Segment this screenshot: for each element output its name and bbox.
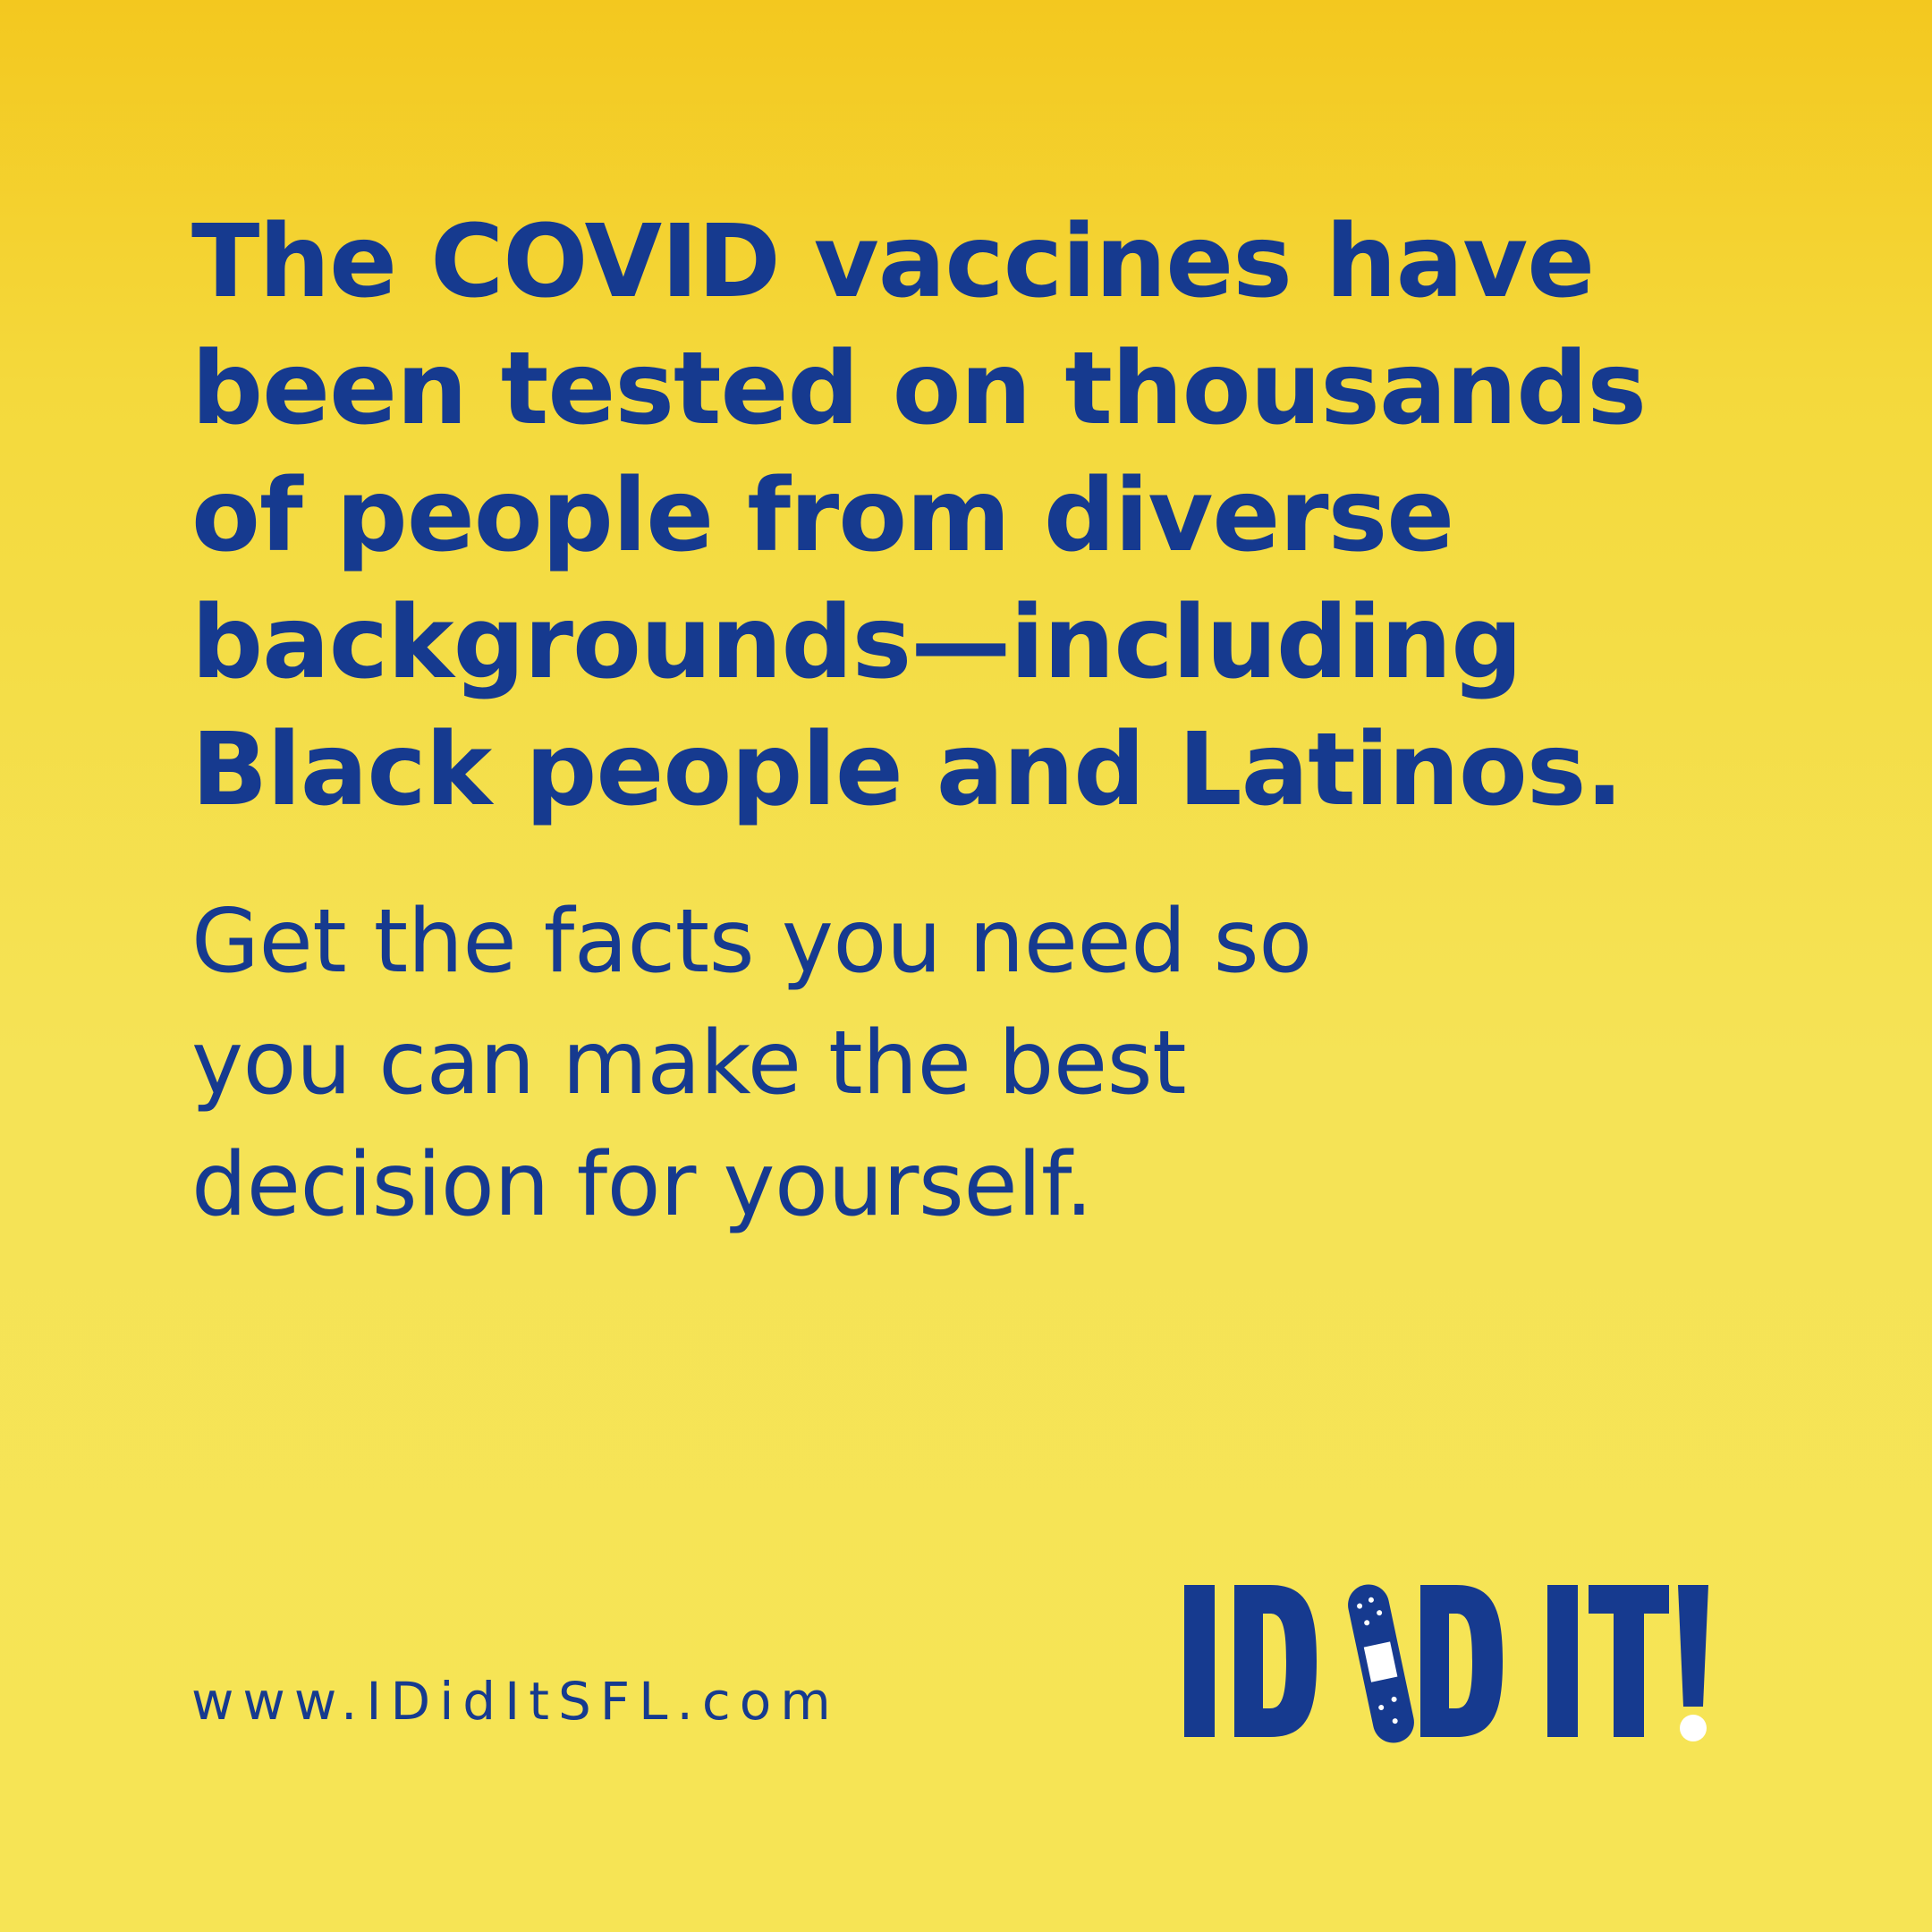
subheading: Get the facts you need so you can make t… [191,881,1766,1246]
headline-line: backgrounds—including [191,585,1522,701]
headline-line: The COVID vaccines have [191,204,1595,320]
subheading-line: Get the facts you need so [191,891,1312,993]
logo-letter-t [1589,1585,1669,1737]
logo-letter-d [1234,1585,1317,1737]
logo-letter-d-2 [1420,1585,1503,1737]
headline: The COVID vaccines have been tested on t… [191,199,1766,834]
website-link[interactable]: www.IDidItSFL.com [191,1671,840,1732]
logo-letter-i-2 [1547,1585,1578,1737]
headline-line: been tested on thousands [191,331,1647,447]
subheading-line: you can make the best [191,1013,1187,1114]
headline-line: of people from diverse [191,458,1454,574]
bandage-icon [1348,1584,1414,1743]
logo-letter-i [1184,1585,1215,1737]
i-did-it-logo [1181,1574,1753,1753]
logo-exclamation [1678,1585,1708,1707]
logo-exclamation-dot [1680,1715,1707,1741]
subheading-line: decision for yourself. [191,1134,1093,1236]
i-did-it-logo-graphic [1184,1584,1708,1743]
headline-line: Black people and Latinos. [191,712,1623,828]
